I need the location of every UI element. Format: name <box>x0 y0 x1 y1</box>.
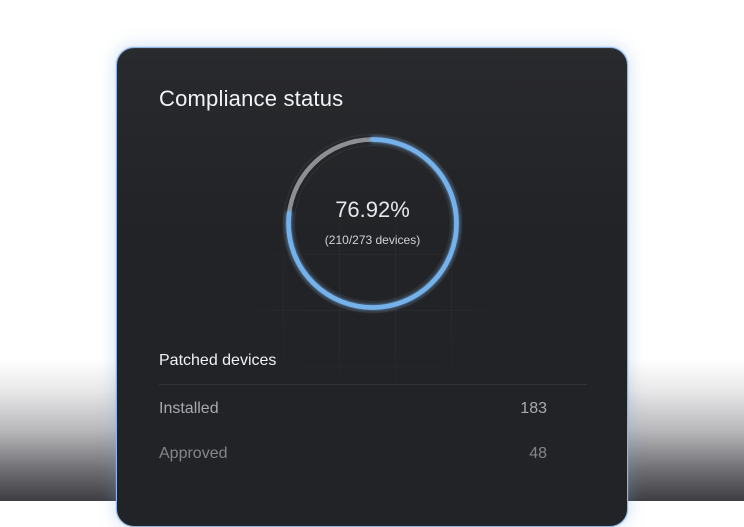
row-value: 48 <box>529 445 547 462</box>
gauge-ring <box>282 133 463 314</box>
patched-devices-heading: Patched devices <box>159 352 277 369</box>
section-divider <box>159 384 587 385</box>
gauge-inner-ring <box>294 145 451 302</box>
compliance-status-card: Compliance status 76.92% (210/273 device… <box>116 47 628 527</box>
card-title: Compliance status <box>159 86 344 111</box>
gauge-percentage: 76.92% <box>335 197 410 222</box>
gauge-device-count: (210/273 devices) <box>324 233 421 247</box>
compliance-gauge: 76.92% (210/273 devices) <box>280 131 465 316</box>
bottom-fade <box>117 406 627 526</box>
row-label: Approved <box>159 445 228 462</box>
row-label: Installed <box>159 400 219 417</box>
row-value: 183 <box>520 400 547 417</box>
gauge-outer-ring <box>282 133 463 314</box>
